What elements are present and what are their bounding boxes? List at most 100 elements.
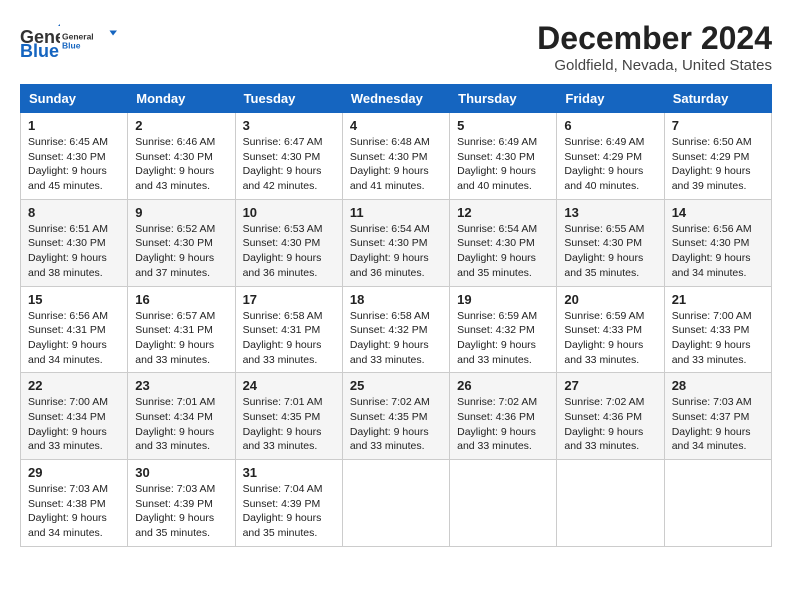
month-title: December 2024 xyxy=(537,20,772,57)
calendar-cell xyxy=(557,460,664,547)
page-header: General Blue General Blue December 2024 … xyxy=(20,20,772,74)
cell-content: 15 Sunrise: 6:56 AMSunset: 4:31 PMDaylig… xyxy=(28,292,120,368)
cell-content: 30 Sunrise: 7:03 AMSunset: 4:39 PMDaylig… xyxy=(135,465,227,541)
cell-content: 7 Sunrise: 6:50 AMSunset: 4:29 PMDayligh… xyxy=(672,118,764,194)
calendar-cell: 19 Sunrise: 6:59 AMSunset: 4:32 PMDaylig… xyxy=(450,286,557,373)
calendar-cell: 13 Sunrise: 6:55 AMSunset: 4:30 PMDaylig… xyxy=(557,199,664,286)
calendar-cell: 23 Sunrise: 7:01 AMSunset: 4:34 PMDaylig… xyxy=(128,373,235,460)
day-number: 11 xyxy=(350,205,442,220)
calendar-cell: 1 Sunrise: 6:45 AMSunset: 4:30 PMDayligh… xyxy=(21,113,128,200)
column-header-friday: Friday xyxy=(557,85,664,113)
cell-details: Sunrise: 7:01 AMSunset: 4:35 PMDaylight:… xyxy=(243,395,335,454)
cell-details: Sunrise: 6:51 AMSunset: 4:30 PMDaylight:… xyxy=(28,222,120,281)
cell-content: 5 Sunrise: 6:49 AMSunset: 4:30 PMDayligh… xyxy=(457,118,549,194)
cell-details: Sunrise: 6:52 AMSunset: 4:30 PMDaylight:… xyxy=(135,222,227,281)
calendar-cell: 27 Sunrise: 7:02 AMSunset: 4:36 PMDaylig… xyxy=(557,373,664,460)
cell-details: Sunrise: 7:03 AMSunset: 4:39 PMDaylight:… xyxy=(135,482,227,541)
cell-details: Sunrise: 7:03 AMSunset: 4:38 PMDaylight:… xyxy=(28,482,120,541)
cell-details: Sunrise: 6:48 AMSunset: 4:30 PMDaylight:… xyxy=(350,135,442,194)
day-number: 17 xyxy=(243,292,335,307)
cell-content: 11 Sunrise: 6:54 AMSunset: 4:30 PMDaylig… xyxy=(350,205,442,281)
calendar-cell xyxy=(342,460,449,547)
column-header-sunday: Sunday xyxy=(21,85,128,113)
calendar-cell: 8 Sunrise: 6:51 AMSunset: 4:30 PMDayligh… xyxy=(21,199,128,286)
column-header-thursday: Thursday xyxy=(450,85,557,113)
cell-details: Sunrise: 6:58 AMSunset: 4:32 PMDaylight:… xyxy=(350,309,442,368)
day-number: 1 xyxy=(28,118,120,133)
cell-content: 20 Sunrise: 6:59 AMSunset: 4:33 PMDaylig… xyxy=(564,292,656,368)
cell-details: Sunrise: 6:49 AMSunset: 4:30 PMDaylight:… xyxy=(457,135,549,194)
calendar-cell: 7 Sunrise: 6:50 AMSunset: 4:29 PMDayligh… xyxy=(664,113,771,200)
calendar-cell: 29 Sunrise: 7:03 AMSunset: 4:38 PMDaylig… xyxy=(21,460,128,547)
cell-details: Sunrise: 7:02 AMSunset: 4:35 PMDaylight:… xyxy=(350,395,442,454)
cell-content: 9 Sunrise: 6:52 AMSunset: 4:30 PMDayligh… xyxy=(135,205,227,281)
calendar-cell: 22 Sunrise: 7:00 AMSunset: 4:34 PMDaylig… xyxy=(21,373,128,460)
cell-details: Sunrise: 7:00 AMSunset: 4:34 PMDaylight:… xyxy=(28,395,120,454)
week-row-5: 29 Sunrise: 7:03 AMSunset: 4:38 PMDaylig… xyxy=(21,460,772,547)
cell-details: Sunrise: 7:02 AMSunset: 4:36 PMDaylight:… xyxy=(457,395,549,454)
day-number: 29 xyxy=(28,465,120,480)
cell-details: Sunrise: 6:59 AMSunset: 4:32 PMDaylight:… xyxy=(457,309,549,368)
cell-content: 17 Sunrise: 6:58 AMSunset: 4:31 PMDaylig… xyxy=(243,292,335,368)
day-number: 7 xyxy=(672,118,764,133)
day-number: 21 xyxy=(672,292,764,307)
column-header-tuesday: Tuesday xyxy=(235,85,342,113)
cell-details: Sunrise: 6:59 AMSunset: 4:33 PMDaylight:… xyxy=(564,309,656,368)
day-number: 31 xyxy=(243,465,335,480)
day-number: 5 xyxy=(457,118,549,133)
calendar-cell: 16 Sunrise: 6:57 AMSunset: 4:31 PMDaylig… xyxy=(128,286,235,373)
week-row-3: 15 Sunrise: 6:56 AMSunset: 4:31 PMDaylig… xyxy=(21,286,772,373)
calendar-table: SundayMondayTuesdayWednesdayThursdayFrid… xyxy=(20,84,772,547)
cell-details: Sunrise: 6:53 AMSunset: 4:30 PMDaylight:… xyxy=(243,222,335,281)
calendar-cell: 2 Sunrise: 6:46 AMSunset: 4:30 PMDayligh… xyxy=(128,113,235,200)
cell-details: Sunrise: 6:54 AMSunset: 4:30 PMDaylight:… xyxy=(457,222,549,281)
day-number: 20 xyxy=(564,292,656,307)
calendar-cell: 15 Sunrise: 6:56 AMSunset: 4:31 PMDaylig… xyxy=(21,286,128,373)
calendar-cell: 21 Sunrise: 7:00 AMSunset: 4:33 PMDaylig… xyxy=(664,286,771,373)
day-number: 2 xyxy=(135,118,227,133)
cell-details: Sunrise: 6:55 AMSunset: 4:30 PMDaylight:… xyxy=(564,222,656,281)
calendar-cell: 17 Sunrise: 6:58 AMSunset: 4:31 PMDaylig… xyxy=(235,286,342,373)
svg-text:Blue: Blue xyxy=(20,41,59,61)
day-number: 23 xyxy=(135,378,227,393)
cell-content: 24 Sunrise: 7:01 AMSunset: 4:35 PMDaylig… xyxy=(243,378,335,454)
cell-content: 31 Sunrise: 7:04 AMSunset: 4:39 PMDaylig… xyxy=(243,465,335,541)
cell-content: 16 Sunrise: 6:57 AMSunset: 4:31 PMDaylig… xyxy=(135,292,227,368)
cell-content: 27 Sunrise: 7:02 AMSunset: 4:36 PMDaylig… xyxy=(564,378,656,454)
day-number: 4 xyxy=(350,118,442,133)
cell-details: Sunrise: 6:46 AMSunset: 4:30 PMDaylight:… xyxy=(135,135,227,194)
cell-content: 26 Sunrise: 7:02 AMSunset: 4:36 PMDaylig… xyxy=(457,378,549,454)
day-number: 10 xyxy=(243,205,335,220)
cell-details: Sunrise: 7:04 AMSunset: 4:39 PMDaylight:… xyxy=(243,482,335,541)
day-number: 22 xyxy=(28,378,120,393)
cell-content: 29 Sunrise: 7:03 AMSunset: 4:38 PMDaylig… xyxy=(28,465,120,541)
logo-svg: General Blue xyxy=(62,20,117,62)
cell-content: 28 Sunrise: 7:03 AMSunset: 4:37 PMDaylig… xyxy=(672,378,764,454)
cell-content: 21 Sunrise: 7:00 AMSunset: 4:33 PMDaylig… xyxy=(672,292,764,368)
calendar-cell: 9 Sunrise: 6:52 AMSunset: 4:30 PMDayligh… xyxy=(128,199,235,286)
day-number: 16 xyxy=(135,292,227,307)
day-number: 3 xyxy=(243,118,335,133)
calendar-cell: 11 Sunrise: 6:54 AMSunset: 4:30 PMDaylig… xyxy=(342,199,449,286)
calendar-cell: 20 Sunrise: 6:59 AMSunset: 4:33 PMDaylig… xyxy=(557,286,664,373)
calendar-cell: 30 Sunrise: 7:03 AMSunset: 4:39 PMDaylig… xyxy=(128,460,235,547)
cell-details: Sunrise: 7:02 AMSunset: 4:36 PMDaylight:… xyxy=(564,395,656,454)
calendar-cell: 6 Sunrise: 6:49 AMSunset: 4:29 PMDayligh… xyxy=(557,113,664,200)
cell-details: Sunrise: 6:54 AMSunset: 4:30 PMDaylight:… xyxy=(350,222,442,281)
day-number: 9 xyxy=(135,205,227,220)
cell-content: 22 Sunrise: 7:00 AMSunset: 4:34 PMDaylig… xyxy=(28,378,120,454)
calendar-cell: 18 Sunrise: 6:58 AMSunset: 4:32 PMDaylig… xyxy=(342,286,449,373)
calendar-cell: 31 Sunrise: 7:04 AMSunset: 4:39 PMDaylig… xyxy=(235,460,342,547)
calendar-cell: 3 Sunrise: 6:47 AMSunset: 4:30 PMDayligh… xyxy=(235,113,342,200)
calendar-cell: 10 Sunrise: 6:53 AMSunset: 4:30 PMDaylig… xyxy=(235,199,342,286)
day-number: 19 xyxy=(457,292,549,307)
cell-content: 10 Sunrise: 6:53 AMSunset: 4:30 PMDaylig… xyxy=(243,205,335,281)
cell-details: Sunrise: 7:03 AMSunset: 4:37 PMDaylight:… xyxy=(672,395,764,454)
cell-content: 25 Sunrise: 7:02 AMSunset: 4:35 PMDaylig… xyxy=(350,378,442,454)
cell-content: 12 Sunrise: 6:54 AMSunset: 4:30 PMDaylig… xyxy=(457,205,549,281)
day-number: 27 xyxy=(564,378,656,393)
cell-content: 23 Sunrise: 7:01 AMSunset: 4:34 PMDaylig… xyxy=(135,378,227,454)
cell-content: 4 Sunrise: 6:48 AMSunset: 4:30 PMDayligh… xyxy=(350,118,442,194)
cell-content: 1 Sunrise: 6:45 AMSunset: 4:30 PMDayligh… xyxy=(28,118,120,194)
day-number: 13 xyxy=(564,205,656,220)
